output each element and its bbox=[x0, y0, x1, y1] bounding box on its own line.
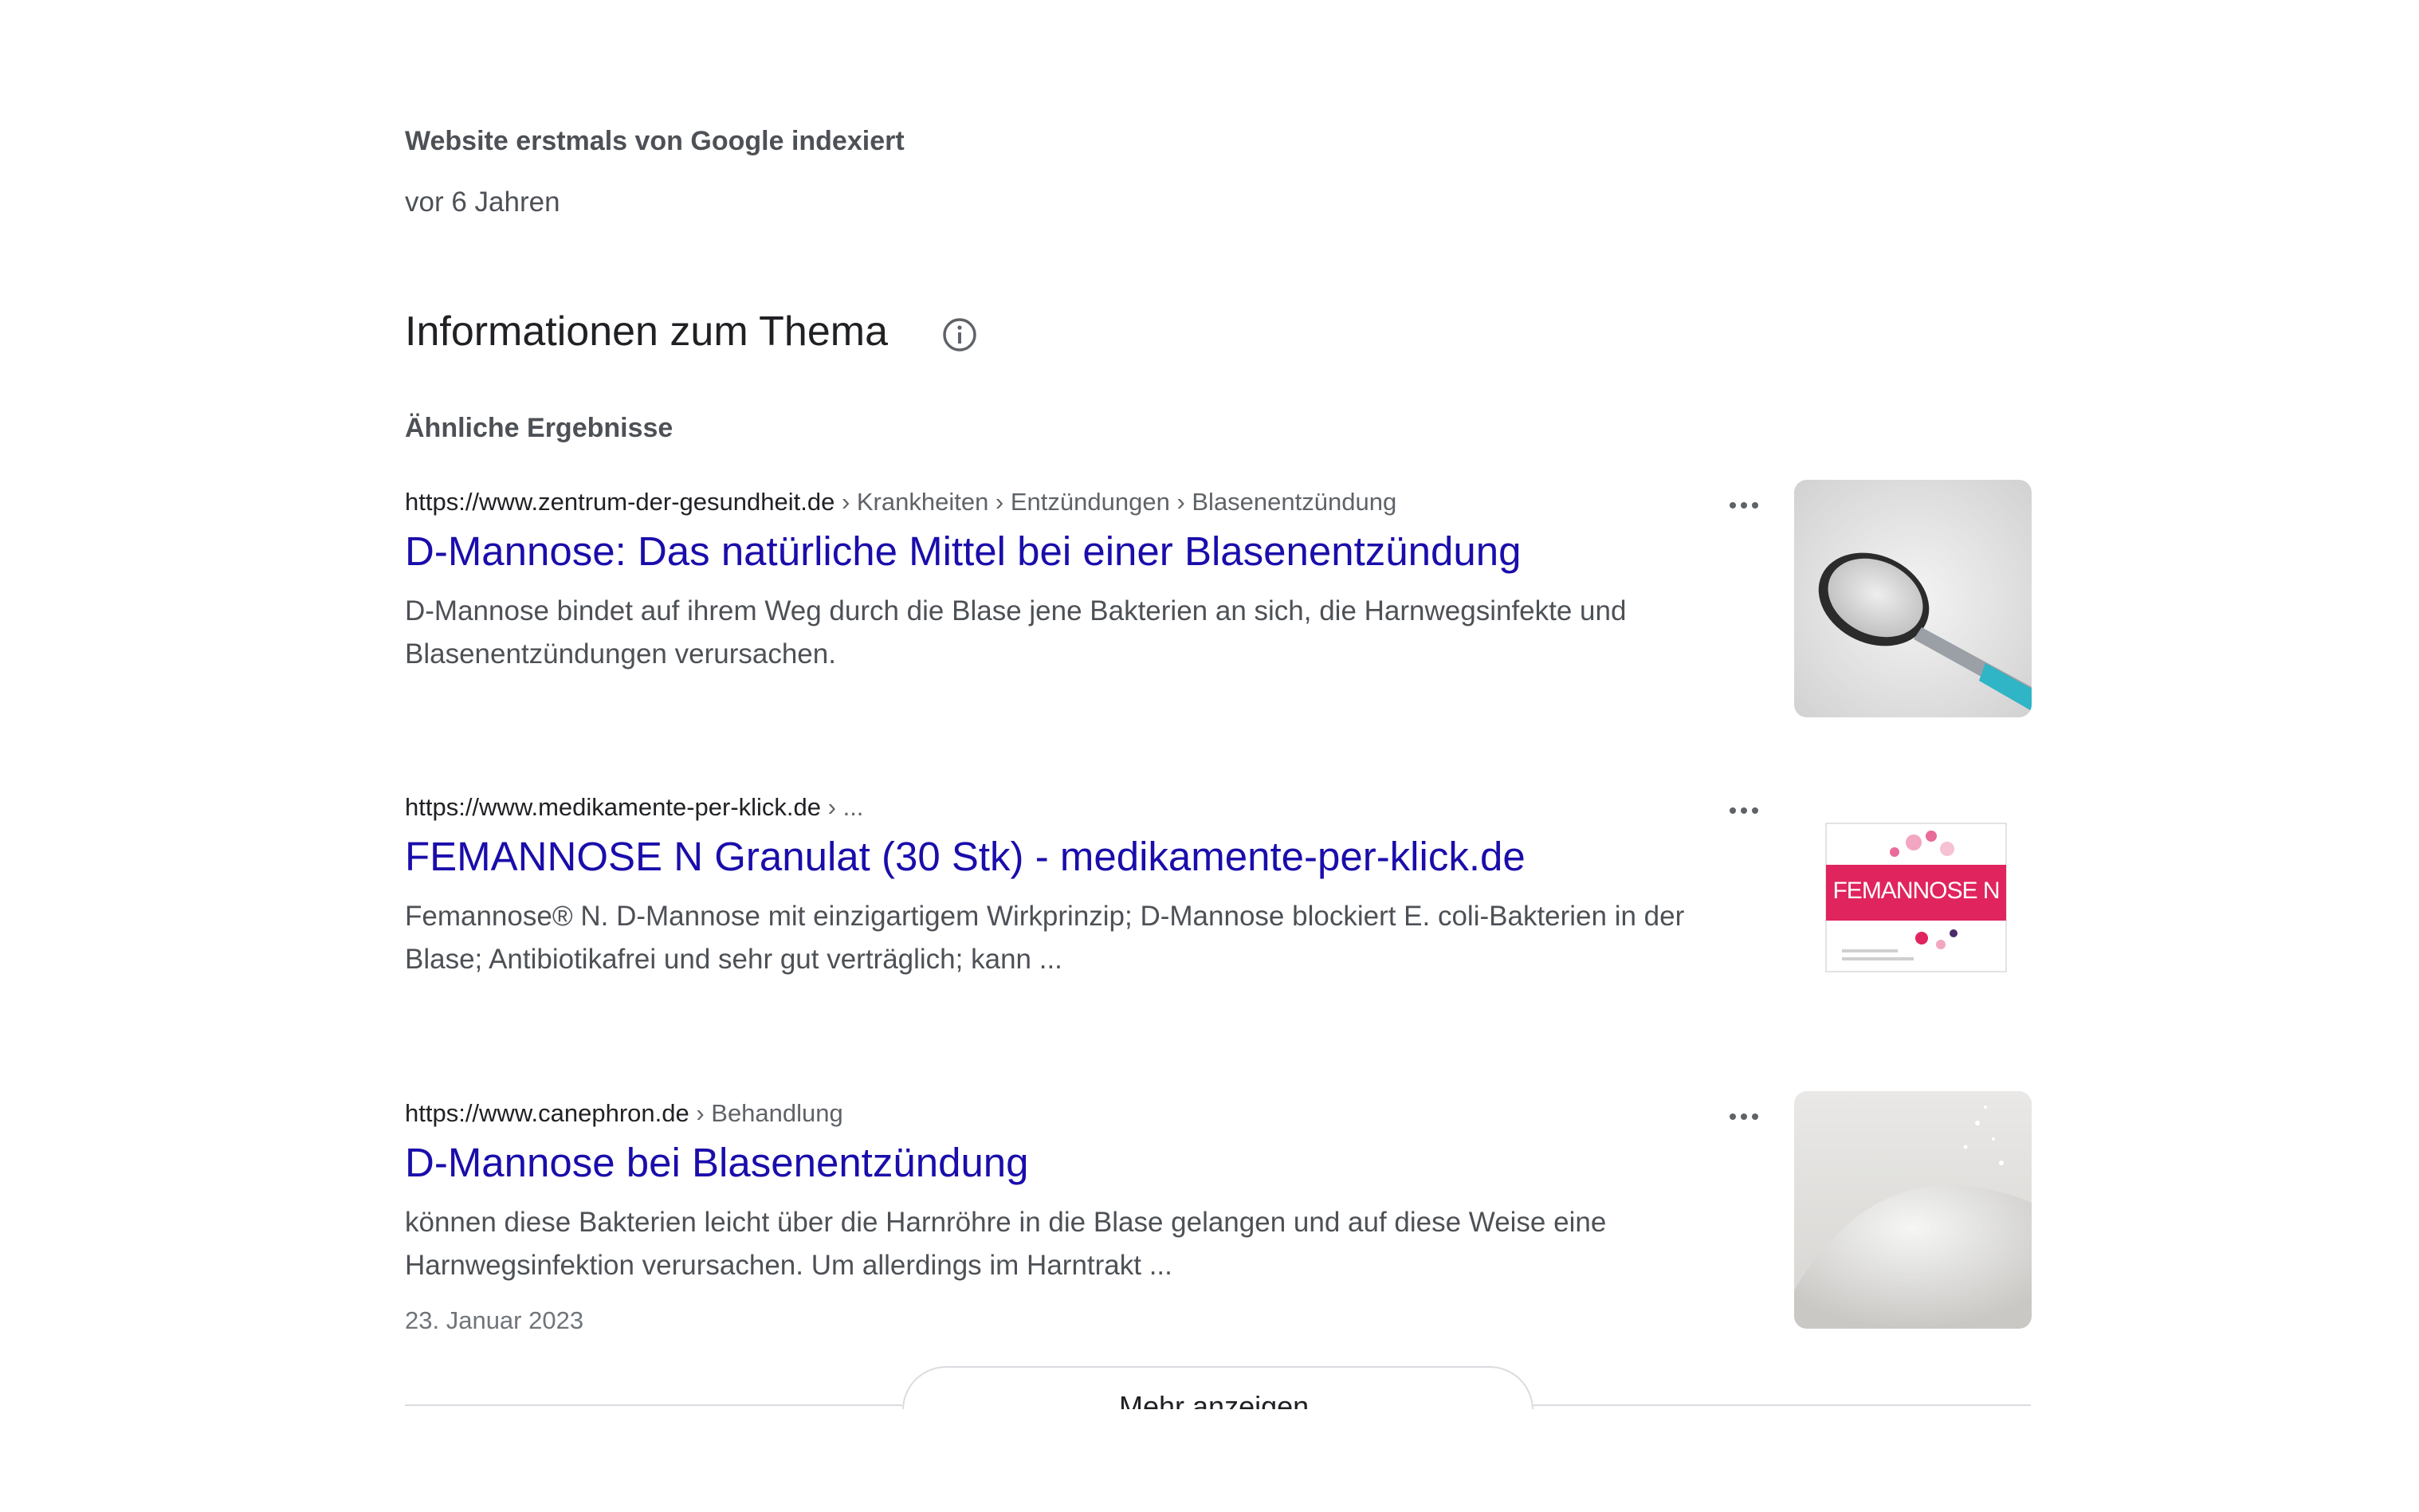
divider bbox=[1533, 1404, 2031, 1406]
result-title-link[interactable]: D-Mannose bei Blasenentzündung bbox=[405, 1139, 1029, 1186]
result-date: 23. Januar 2023 bbox=[405, 1306, 584, 1334]
section-title: Informationen zum Thema bbox=[405, 308, 888, 355]
result-breadcrumbs: › Krankheiten › Entzündungen › Blasenent… bbox=[834, 488, 1397, 516]
result-url[interactable]: https://www.canephron.de › Behandlung bbox=[405, 1099, 843, 1128]
result-domain: https://www.zentrum-der-gesundheit.de bbox=[405, 488, 835, 516]
result-snippet: können diese Bakterien leicht über die H… bbox=[405, 1207, 1607, 1281]
powder-pile-image[interactable] bbox=[1794, 1091, 2032, 1329]
more-options-icon[interactable] bbox=[1716, 488, 1772, 523]
result-url[interactable]: https://www.medikamente-per-klick.de › .… bbox=[405, 793, 863, 822]
more-options-icon[interactable] bbox=[1716, 793, 1772, 828]
result-snippet: Femannose® N. D-Mannose mit einzigartige… bbox=[405, 901, 1685, 975]
femannose-box-text: FEMANNOSE N bbox=[1832, 878, 2000, 904]
result-snippet: D-Mannose bindet auf ihrem Weg durch die… bbox=[405, 595, 1627, 670]
result-url[interactable]: https://www.zentrum-der-gesundheit.de › … bbox=[405, 488, 1396, 516]
result-breadcrumbs: › ... bbox=[821, 793, 864, 821]
viewport-bottom-edge bbox=[0, 1409, 2419, 1512]
indexed-label: Website erstmals von Google indexiert bbox=[405, 126, 905, 156]
similar-results-label: Ähnliche Ergebnisse bbox=[405, 413, 673, 443]
result-domain: https://www.medikamente-per-klick.de bbox=[405, 793, 822, 821]
more-options-icon[interactable] bbox=[1716, 1099, 1772, 1134]
info-circle-icon[interactable] bbox=[941, 316, 979, 354]
indexed-value: vor 6 Jahren bbox=[405, 187, 560, 218]
result-title-link[interactable]: FEMANNOSE N Granulat (30 Stk) - medikame… bbox=[405, 833, 1526, 880]
result-breadcrumbs: › Behandlung bbox=[689, 1099, 843, 1127]
divider bbox=[405, 1404, 902, 1406]
femannose-box-image[interactable]: FEMANNOSE N bbox=[1794, 785, 2032, 1023]
result-domain: https://www.canephron.de bbox=[405, 1099, 689, 1127]
result-title-link[interactable]: D-Mannose: Das natürliche Mittel bei ein… bbox=[405, 528, 1521, 575]
sugar-spoon-image[interactable] bbox=[1794, 480, 2032, 717]
